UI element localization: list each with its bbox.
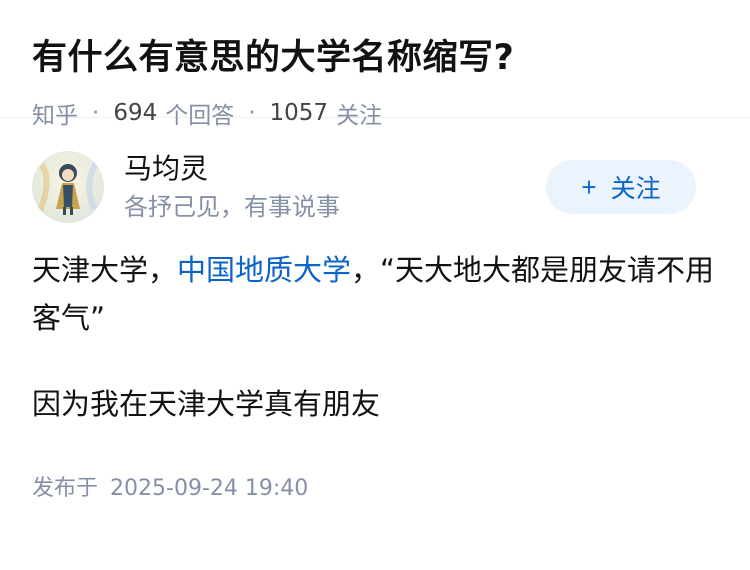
publish-time: 2025-09-24 19:40 [110,476,309,501]
keyword-link[interactable]: 中国地质大学 [177,253,351,287]
follow-count: 1057 [269,100,329,126]
publish-info: 发布于 2025-09-24 19:40 [32,470,718,502]
answer-content: 天津大学，中国地质大学，“天大地大都是朋友请不用客气” 因为我在天津大学真有朋友 [32,246,718,428]
publish-label: 发布于 [32,476,99,501]
question-header: 有什么有意思的大学名称缩写? 知乎 · 694 个回答 · 1057 关注 [0,0,750,129]
follow-button[interactable]: + 关注 [546,160,696,214]
separator-dot: · [92,100,100,126]
answer-card: 马均灵 各抒己见，有事说事 + 关注 天津大学，中国地质大学，“天大地大都是朋友… [0,118,750,502]
answer-paragraph: 天津大学，中国地质大学，“天大地大都是朋友请不用客气” [32,246,718,342]
text-segment: 天津大学， [32,253,178,287]
avatar[interactable] [32,151,104,223]
answer-count-label: 个回答 [165,103,235,129]
question-title[interactable]: 有什么有意思的大学名称缩写? [32,34,718,82]
avatar-illustration [32,151,104,223]
answer-count: 694 [113,100,158,126]
author-name[interactable]: 马均灵 [124,150,340,188]
follow-count-label: 关注 [336,103,383,129]
separator-dot: · [248,100,256,126]
author-info: 马均灵 各抒己见，有事说事 [124,150,340,224]
plus-icon: + [581,171,597,202]
author-bio: 各抒己见，有事说事 [124,193,340,221]
follow-button-label: 关注 [610,175,661,203]
source-label: 知乎 [32,103,78,129]
answer-paragraph: 因为我在天津大学真有朋友 [32,387,381,421]
author-row: 马均灵 各抒己见，有事说事 + 关注 [32,148,718,226]
